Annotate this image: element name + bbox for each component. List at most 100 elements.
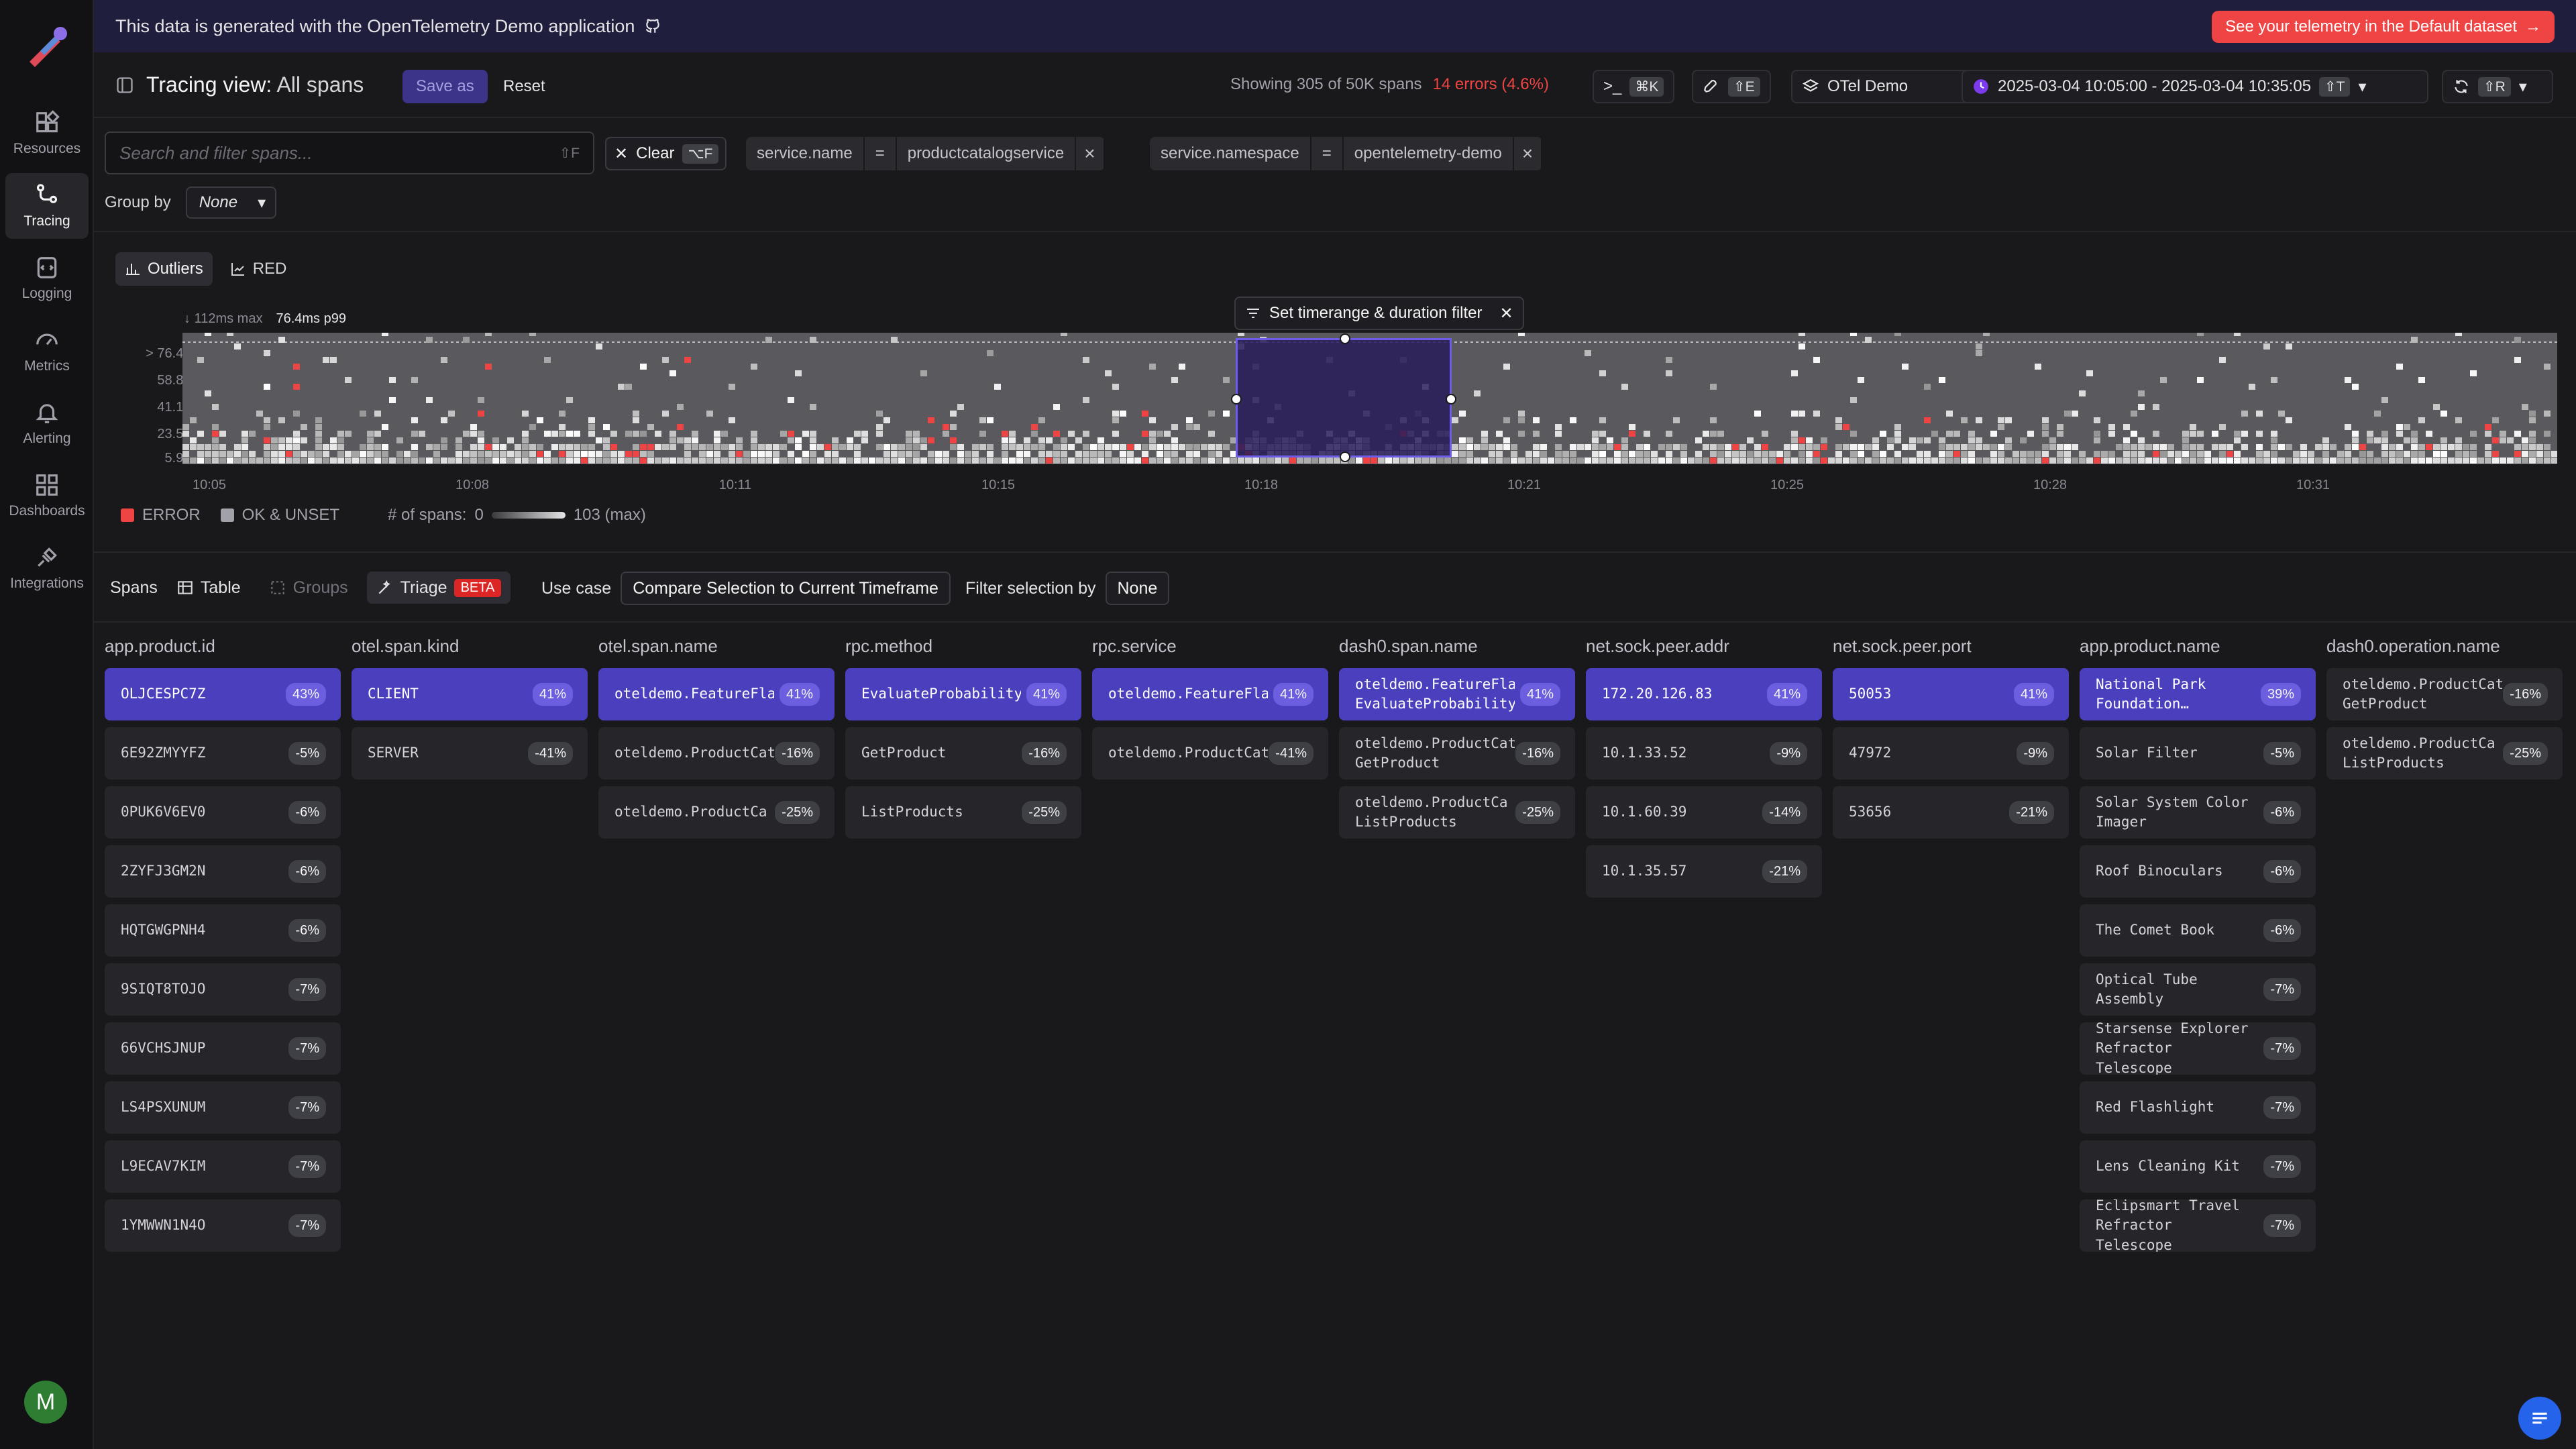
heatmap-cell-error <box>736 451 743 457</box>
attribute-value-cell[interactable]: OLJCESPC7Z 43% <box>105 668 341 720</box>
attribute-value-cell[interactable]: Lens Cleaning Kit -7% <box>2080 1140 2316 1193</box>
percentage-badge: -7% <box>288 1214 326 1237</box>
dash0-logo-icon[interactable] <box>20 20 74 74</box>
selection-handle-top[interactable] <box>1340 333 1350 344</box>
set-filter-tooltip[interactable]: Set timerange & duration filter ✕ <box>1234 297 1524 330</box>
attribute-value-cell[interactable]: EvaluateProbabilityI 41% <box>845 668 1081 720</box>
tab-triage[interactable]: Triage BETA <box>366 572 511 604</box>
attribute-value-cell[interactable]: ListProducts -25% <box>845 786 1081 839</box>
span-search-box[interactable]: ⇧F <box>105 131 594 174</box>
help-menu-button[interactable] <box>2518 1397 2561 1440</box>
tab-table[interactable]: Table <box>167 572 250 604</box>
attribute-value-cell[interactable]: 47972 -9% <box>1833 727 2069 780</box>
attribute-value-cell[interactable]: Solar Filter -5% <box>2080 727 2316 780</box>
tab-red[interactable]: RED <box>221 252 297 286</box>
share-button[interactable]: ⇧E <box>1692 70 1771 103</box>
sidebar-item-resources[interactable]: Resources <box>5 101 89 166</box>
sidebar-item-alerting[interactable]: Alerting <box>5 390 89 456</box>
heatmap-cell <box>278 337 285 343</box>
attribute-value-cell[interactable]: Starsense Explorer Refractor Telescope -7… <box>2080 1022 2316 1075</box>
attribute-value-cell[interactable]: 53656 -21% <box>1833 786 2069 839</box>
panel-toggle-icon[interactable] <box>115 76 134 95</box>
attribute-value-cell[interactable]: Eclipsmart Travel Refractor Telescope -7% <box>2080 1199 2316 1252</box>
github-icon[interactable] <box>644 17 661 35</box>
attribute-value-cell[interactable]: 66VCHSJNUP -7% <box>105 1022 341 1075</box>
attribute-value-cell[interactable]: HQTGWGPNH4 -6% <box>105 904 341 957</box>
refresh-button[interactable]: ⇧R ▾ <box>2442 70 2553 103</box>
attribute-value-cell[interactable]: 10.1.33.52 -9% <box>1586 727 1822 780</box>
attribute-value-cell[interactable]: L9ECAV7KIM -7% <box>105 1140 341 1193</box>
sidebar-item-dashboards[interactable]: Dashboards <box>5 463 89 529</box>
heatmap-cell <box>441 444 447 450</box>
attribute-value-cell[interactable]: 2ZYFJ3GM2N -6% <box>105 845 341 898</box>
attribute-value-cell[interactable]: oteldemo.ProductCat -16% <box>598 727 835 780</box>
attribute-value-cell[interactable]: 9SIQT8TOJO -7% <box>105 963 341 1016</box>
heatmap-cell <box>337 437 344 443</box>
attribute-value-cell[interactable]: The Comet Book -6% <box>2080 904 2316 957</box>
heatmap-cell <box>751 437 757 443</box>
attribute-value-cell[interactable]: 10.1.60.39 -14% <box>1586 786 1822 839</box>
tab-groups[interactable]: Groups <box>260 572 358 604</box>
attribute-value-cell[interactable]: oteldemo.FeatureFla EvaluateProbabilityI… <box>1339 668 1575 720</box>
heatmap-cell <box>957 404 964 410</box>
attribute-value-cell[interactable]: oteldemo.ProductCa ListProducts -25% <box>1339 786 1575 839</box>
attribute-value-cell[interactable]: Roof Binoculars -6% <box>2080 845 2316 898</box>
attribute-value-cell[interactable]: 172.20.126.83 41% <box>1586 668 1822 720</box>
attribute-value-cell[interactable]: oteldemo.ProductCat -41% <box>1092 727 1328 780</box>
save-as-button[interactable]: Save as <box>402 70 488 103</box>
attribute-value-cell[interactable]: 50053 41% <box>1833 668 2069 720</box>
attribute-value-cell[interactable]: 10.1.35.57 -21% <box>1586 845 1822 898</box>
attribute-value-cell[interactable]: CLIENT 41% <box>352 668 588 720</box>
attribute-value-cell[interactable]: LS4PSXUNUM -7% <box>105 1081 341 1134</box>
search-input[interactable] <box>119 142 559 164</box>
heatmap-cell <box>249 431 256 437</box>
attribute-value-cell[interactable]: 0PUK6V6EV0 -6% <box>105 786 341 839</box>
sidebar-item-logging[interactable]: Logging <box>5 246 89 311</box>
attribute-value-cell[interactable]: 1YMWWN1N4O -7% <box>105 1199 341 1252</box>
remove-chip-icon[interactable]: × <box>1076 137 1104 170</box>
remove-chip-icon[interactable]: × <box>1513 137 1542 170</box>
attribute-value-cell[interactable]: Solar System Color Imager -6% <box>2080 786 2316 839</box>
column-header: rpc.method <box>845 635 933 656</box>
heatmap-cell <box>1083 431 1089 437</box>
heatmap-cell <box>330 458 337 464</box>
selection-handle-left[interactable] <box>1231 394 1242 405</box>
attribute-value-cell[interactable]: Red Flashlight -7% <box>2080 1081 2316 1134</box>
selection-box[interactable] <box>1231 333 1456 462</box>
attribute-value-cell[interactable]: oteldemo.ProductCat GetProduct -16% <box>1339 727 1575 780</box>
attribute-value-cell[interactable]: oteldemo.ProductCa ListProducts -25% <box>2326 727 2563 780</box>
clear-filters-button[interactable]: ✕ Clear ⌥F <box>605 137 727 170</box>
heatmap-cell <box>2367 431 2373 437</box>
column-header: otel.span.kind <box>352 635 460 656</box>
attribute-value-cell[interactable]: GetProduct -16% <box>845 727 1081 780</box>
sidebar-item-integrations[interactable]: Integrations <box>5 535 89 601</box>
attribute-value-cell[interactable]: oteldemo.ProductCat GetProduct -16% <box>2326 668 2563 720</box>
filter-selection-select[interactable]: None <box>1105 572 1170 605</box>
attribute-value-cell[interactable]: oteldemo.ProductCa -25% <box>598 786 835 839</box>
use-case-select[interactable]: Compare Selection to Current Timeframe <box>621 572 951 605</box>
attribute-value-cell[interactable]: Optical Tube Assembly -7% <box>2080 963 2316 1016</box>
sidebar-item-tracing[interactable]: Tracing <box>5 173 89 239</box>
selection-handle-bottom[interactable] <box>1340 451 1350 462</box>
reset-button[interactable]: Reset <box>494 70 555 103</box>
time-range-picker[interactable]: 2025-03-04 10:05:00 - 2025-03-04 10:35:0… <box>1962 70 2428 103</box>
heatmap-cell-error <box>640 458 647 464</box>
attribute-value-cell[interactable]: 6E92ZMYYFZ -5% <box>105 727 341 780</box>
tab-outliers[interactable]: Outliers <box>115 252 213 286</box>
attribute-value-cell[interactable]: oteldemo.FeatureFla 41% <box>1092 668 1328 720</box>
heatmap-cell <box>1939 458 1945 464</box>
group-by-select[interactable]: None ▾ <box>185 186 277 219</box>
command-palette-button[interactable]: >_ ⌘K <box>1593 70 1675 103</box>
filter-chip-service-name[interactable]: service.name = productcatalogservice × <box>746 137 1105 170</box>
attribute-value-cell[interactable]: SERVER -41% <box>352 727 588 780</box>
user-avatar[interactable]: M <box>24 1381 67 1424</box>
attribute-value-cell[interactable]: National Park Foundation… 39% <box>2080 668 2316 720</box>
sidebar-item-metrics[interactable]: Metrics <box>5 318 89 384</box>
filter-chip-service-namespace[interactable]: service.namespace = opentelemetry-demo × <box>1150 137 1542 170</box>
heatmap-cell <box>839 458 846 464</box>
heatmap-cell <box>559 431 566 437</box>
close-icon[interactable]: ✕ <box>1500 304 1513 323</box>
default-dataset-cta-button[interactable]: See your telemetry in the Default datase… <box>2212 11 2555 43</box>
attribute-value-cell[interactable]: oteldemo.FeatureFla 41% <box>598 668 835 720</box>
selection-handle-right[interactable] <box>1446 394 1456 405</box>
